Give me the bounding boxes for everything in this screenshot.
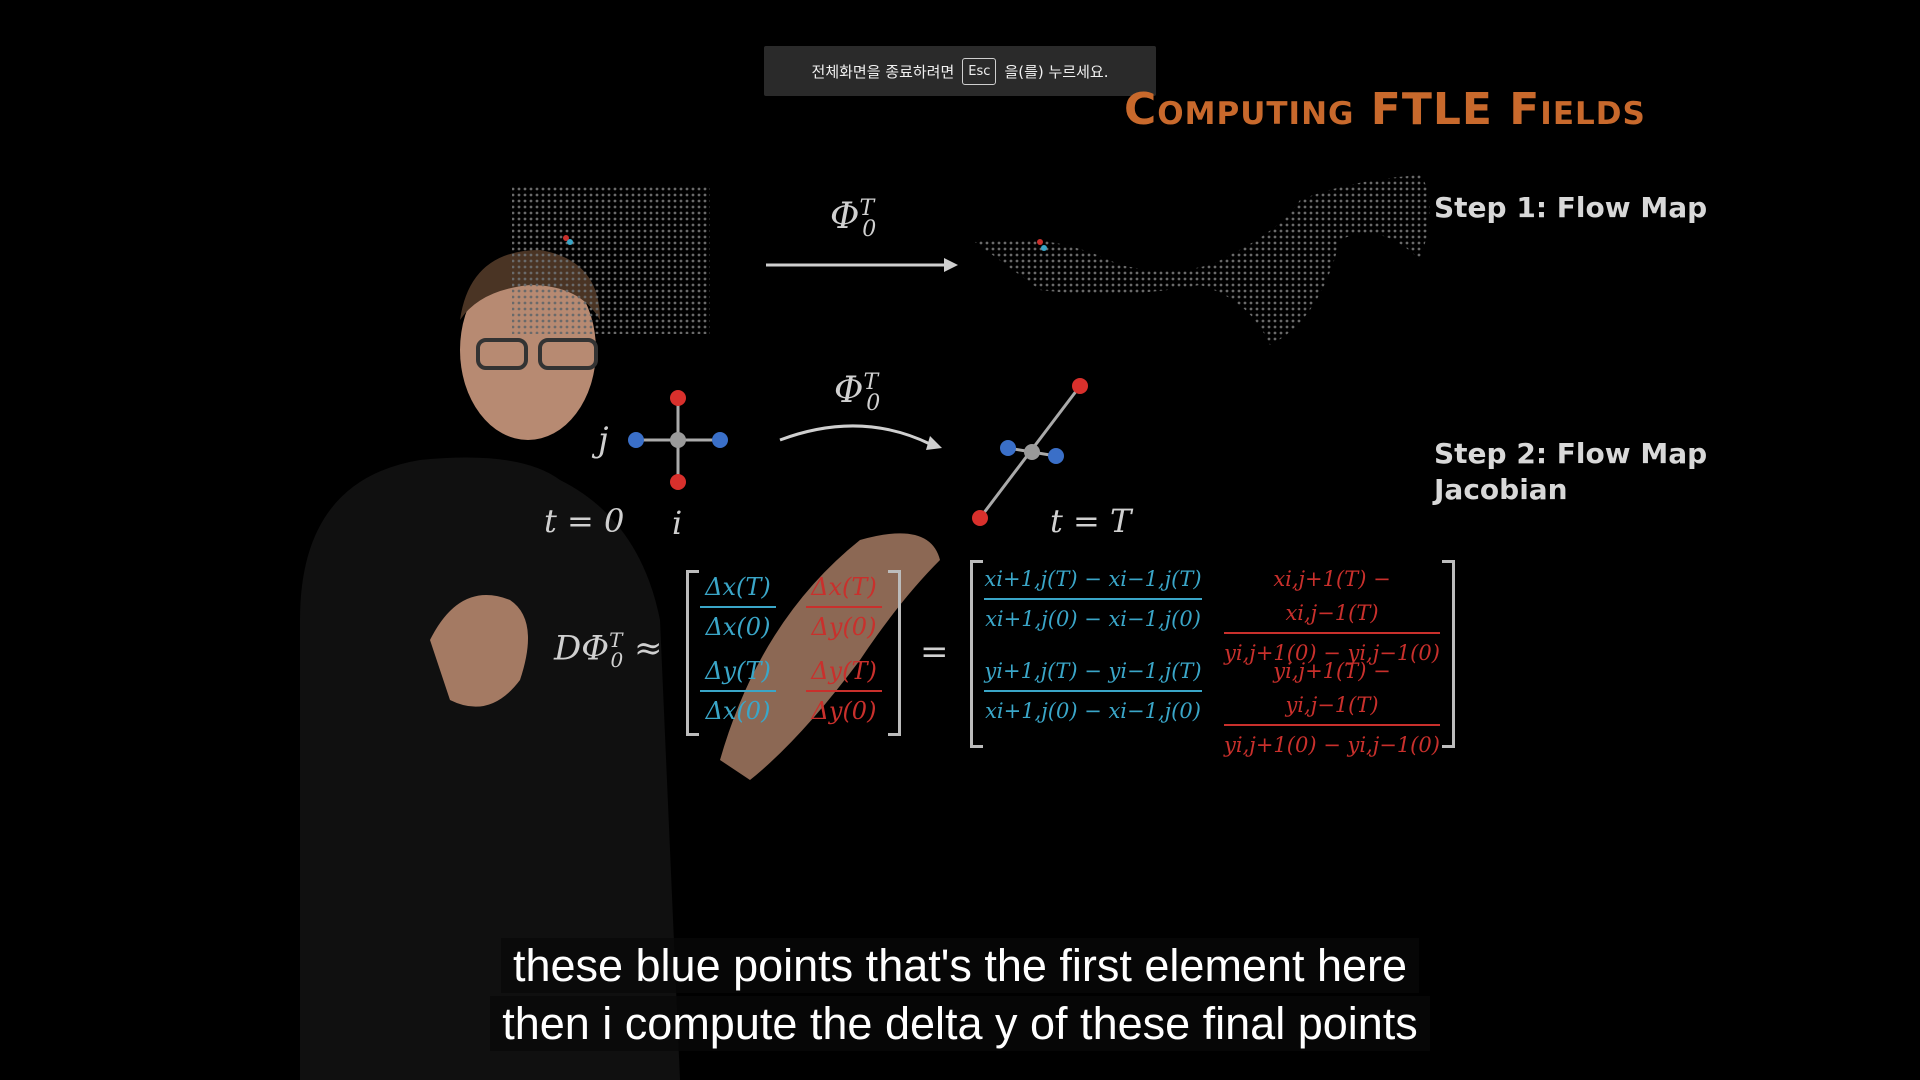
rhs-entry-c-num: yi+1,j(T) − yi−1,j(T) [984,659,1202,683]
matrix-entry-c-den: Δx(0) [705,697,771,725]
rhs-entry-a-num: xi+1,j(T) − xi−1,j(T) [984,567,1202,591]
matrix-entry-c-num: Δy(T) [705,657,771,685]
label-t0: t = 0 [544,502,625,540]
right-matrix-bracket-left [970,560,983,748]
rhs-entry-d-num: yi,j+1(T) − yi,j−1(T) [1273,659,1391,717]
matrix-entry-d-num: Δy(T) [811,657,877,685]
stencil-blue-left [628,432,644,448]
rhs-entry-c-den: xi+1,j(0) − xi−1,j(0) [985,699,1201,723]
caption-line-1-text: these blue points that's the first eleme… [500,938,1420,993]
left-matrix-bracket-left [686,570,699,736]
label-i: i [672,504,683,542]
deformed-red-top [1072,378,1088,394]
caption-line-2: then i compute the delta y of these fina… [0,996,1920,1051]
rhs-entry-c: yi+1,j(T) − yi−1,j(T) xi+1,j(0) − xi−1,j(… [984,654,1202,728]
rhs-entry-b-num: xi,j+1(T) − xi,j−1(T) [1273,567,1391,625]
approx-symbol: ≈ [634,628,663,669]
label-j: j [598,420,609,460]
matrix-entry-d: Δy(T) Δy(0) [806,654,882,728]
rhs-entry-a: xi+1,j(T) − xi−1,j(T) xi+1,j(0) − xi−1,j(… [984,562,1202,636]
matrix-entry-c: Δy(T) Δx(0) [700,654,776,728]
matrix-entry-a-den: Δx(0) [705,613,771,641]
stencil-diagram [628,378,1088,526]
matrix-entry-d-den: Δy(0) [811,697,877,725]
matrix-entry-b-num: Δx(T) [811,573,877,601]
deformed-blue-left [1000,440,1016,456]
stencil-arrow-head [926,436,942,450]
matrix-entry-a: Δx(T) Δx(0) [700,570,776,644]
deformed-center-point [1024,444,1040,460]
jacobian-lhs: DΦT0 ≈ [554,628,663,672]
matrix-entry-b-den: Δy(0) [811,613,877,641]
left-matrix-bracket-right [888,570,901,736]
rhs-entry-d: yi,j+1(T) − yi,j−1(T) yi,j+1(0) − yi,j−1(… [1224,654,1440,762]
deformed-blue-right [1048,448,1064,464]
rhs-entry-d-den: yi,j+1(0) − yi,j−1(0) [1224,733,1440,757]
label-tT: t = T [1050,502,1132,540]
deformed-red-bottom [972,510,988,526]
caption-line-1: these blue points that's the first eleme… [0,938,1920,993]
right-matrix-bracket-right [1442,560,1455,748]
video-frame[interactable]: 전체화면을 종료하려면 Esc 을(를) 누르세요. Computing FTL… [0,0,1920,1080]
stencil-blue-right [712,432,728,448]
rhs-entry-a-den: xi+1,j(0) − xi−1,j(0) [985,607,1201,631]
equals-symbol: = [920,632,949,672]
stencil-red-bottom [670,474,686,490]
matrix-entry-a-num: Δx(T) [705,573,771,601]
stencil-red-top [670,390,686,406]
stencil-center-point [670,432,686,448]
caption-line-2-text: then i compute the delta y of these fina… [490,996,1430,1051]
stencil-arrow [779,424,931,446]
matrix-entry-b: Δx(T) Δy(0) [806,570,882,644]
jacobian-sub: 0 [610,648,624,673]
jacobian-symbol: DΦ [554,628,610,669]
